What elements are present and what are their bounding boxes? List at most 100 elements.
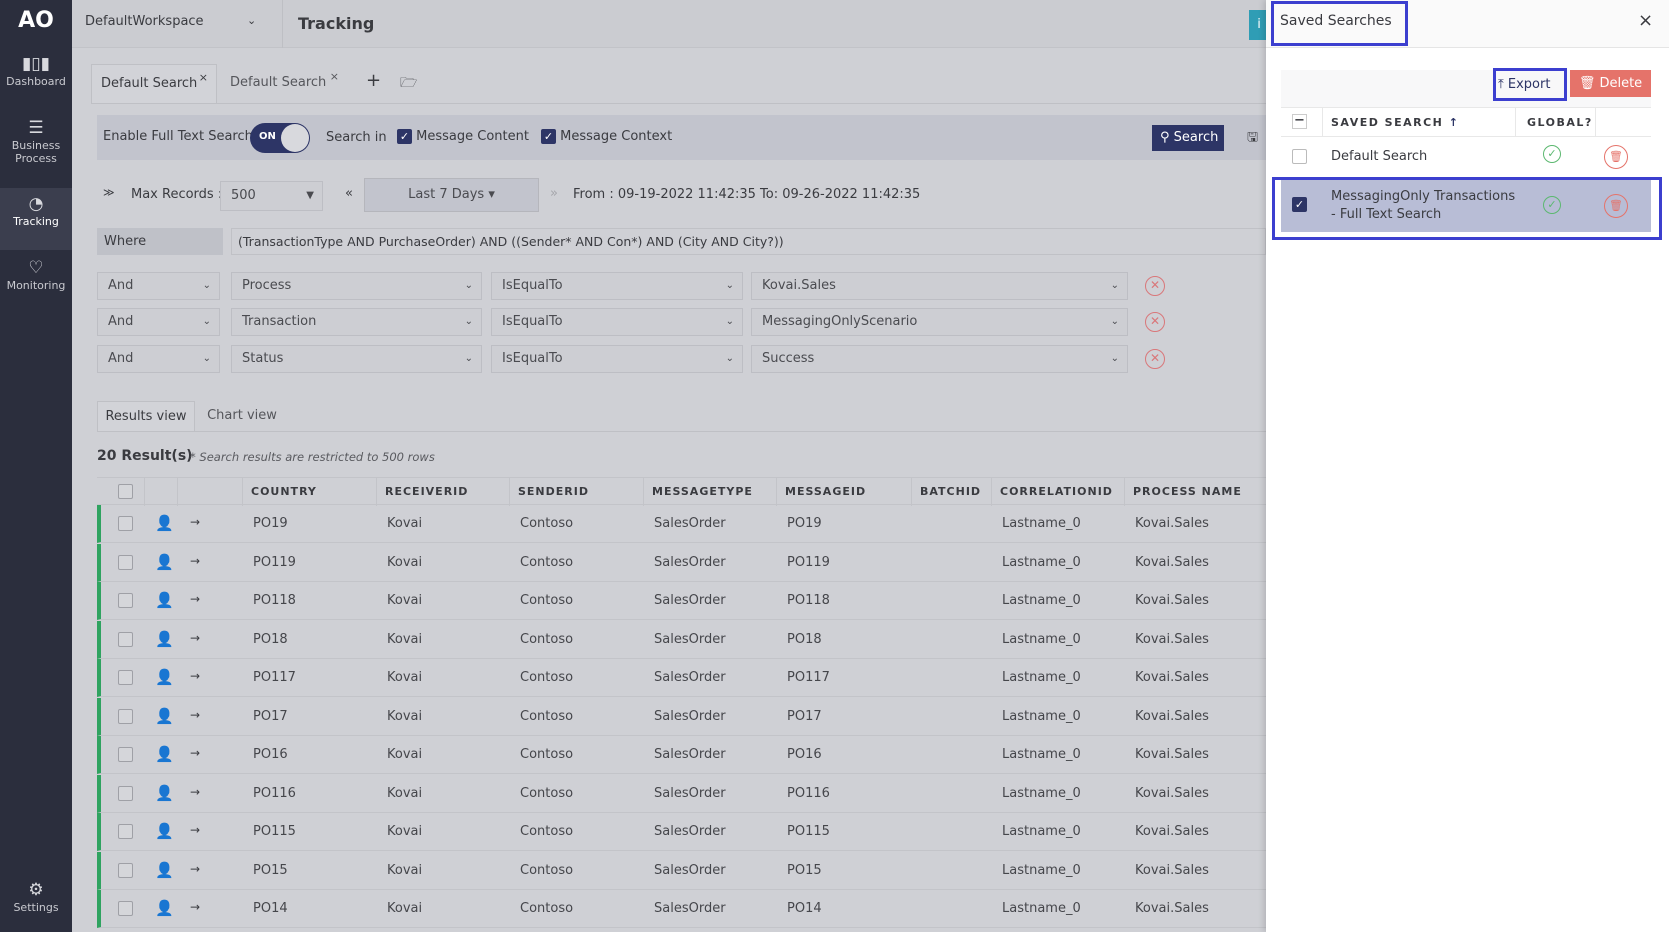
row-checkbox[interactable]	[118, 631, 133, 647]
row-checkbox[interactable]	[118, 593, 133, 608]
remove-filter-icon[interactable]: ✕	[1145, 276, 1165, 296]
tab-default-search-2[interactable]: Default Search ×	[221, 64, 347, 104]
results-count: 20 Result(s)	[97, 448, 193, 464]
table-row[interactable]: 👤 → PO17 Kovai Contoso SalesOrder PO17 Lastnam…	[97, 697, 1267, 736]
remove-filter-icon[interactable]: ✕	[1145, 349, 1165, 369]
filter-conj-select[interactable]: And ⌄	[97, 308, 220, 336]
table-row[interactable]: 👤 → PO19 Kovai Contoso SalesOrder PO19 Lastnam…	[97, 505, 1267, 543]
table-row[interactable]: 👤 → PO18 Kovai Contoso SalesOrder PO18 Lastnam…	[97, 620, 1267, 659]
saved-search-row[interactable]: Default Search ✓ 🗑	[1281, 137, 1651, 177]
delete-row-icon[interactable]: 🗑	[1604, 145, 1628, 169]
max-records-select[interactable]: 500 ▼	[220, 181, 323, 211]
close-icon[interactable]: ×	[1638, 10, 1653, 31]
filter-field-select[interactable]: Process ⌄	[231, 272, 482, 300]
filter-conj-select[interactable]: And ⌄	[97, 345, 220, 373]
full-text-toggle[interactable]: ON	[250, 123, 310, 153]
row-checkbox[interactable]	[118, 516, 133, 531]
column-header[interactable]: SENDERID	[509, 478, 589, 506]
filter-op-select[interactable]: IsEqualTo ⌄	[491, 345, 743, 373]
row-checkbox[interactable]	[118, 862, 133, 878]
filter-field-select[interactable]: Transaction ⌄	[231, 308, 482, 336]
delete-button[interactable]: 🗑 Delete	[1570, 70, 1651, 97]
folder-open-icon[interactable]: 🗁	[400, 72, 417, 96]
row-checkbox[interactable]	[118, 747, 133, 762]
period-dropdown[interactable]: Last 7 Days ▾	[364, 178, 539, 212]
arrow-right-icon[interactable]: →	[190, 631, 200, 645]
column-header[interactable]: PROCESS NAME	[1124, 478, 1242, 506]
add-tab-icon[interactable]: +	[366, 70, 381, 91]
filter-conj-select[interactable]: And ⌄	[97, 272, 220, 300]
previous-period-icon[interactable]: «	[345, 186, 353, 201]
filter-op-select[interactable]: IsEqualTo ⌄	[491, 272, 743, 300]
table-row[interactable]: 👤 → PO16 Kovai Contoso SalesOrder PO16 Lastnam…	[97, 736, 1267, 774]
arrow-right-icon[interactable]: →	[190, 823, 200, 837]
remove-filter-icon[interactable]: ✕	[1145, 312, 1165, 332]
column-header[interactable]: CORRELATIONID	[991, 478, 1113, 506]
row-checkbox[interactable]	[118, 901, 133, 916]
table-cell: PO15	[253, 862, 288, 878]
filter-value-select[interactable]: MessagingOnlyScenario ⌄	[751, 308, 1128, 336]
row-checkbox[interactable]	[1292, 149, 1307, 164]
filter-value-select[interactable]: Success ⌄	[751, 345, 1128, 373]
tab-chart-view[interactable]: Chart view	[202, 401, 282, 432]
table-row[interactable]: 👤 → PO116 Kovai Contoso SalesOrder PO116 Lastn…	[97, 774, 1267, 813]
sidebar-item-business-process[interactable]: ☰ Business Process	[0, 120, 72, 182]
close-icon[interactable]: ×	[199, 59, 208, 97]
sidebar-item-monitoring[interactable]: ♡ Monitoring	[0, 258, 72, 312]
column-header[interactable]: MESSAGEID	[776, 478, 866, 506]
table-row[interactable]: 👤 → PO15 Kovai Contoso SalesOrder PO15 Lastnam…	[97, 851, 1267, 890]
table-row[interactable]: 👤 → PO14 Kovai Contoso SalesOrder PO14 Lastnam…	[97, 890, 1267, 928]
column-header[interactable]: MESSAGETYPE	[643, 478, 753, 506]
message-context-checkbox[interactable]: ✓ Message Context	[541, 129, 672, 144]
row-checkbox[interactable]	[118, 670, 133, 685]
arrow-right-icon[interactable]: →	[190, 900, 200, 914]
next-period-icon[interactable]: »	[550, 186, 558, 201]
table-cell: Contoso	[520, 785, 574, 801]
table-cell: Kovai	[387, 631, 423, 647]
where-expression[interactable]: (TransactionType AND PurchaseOrder) AND …	[231, 228, 1266, 255]
table-cell: Kovai.Sales	[1135, 631, 1209, 647]
row-checkbox[interactable]	[118, 554, 133, 570]
arrow-right-icon[interactable]: →	[190, 554, 200, 568]
table-row[interactable]: 👤 → PO117 Kovai Contoso SalesOrder PO117 Lastn…	[97, 659, 1267, 697]
column-saved-search[interactable]: SAVED SEARCH ↑	[1331, 116, 1459, 129]
filter-op-select[interactable]: IsEqualTo ⌄	[491, 308, 743, 336]
row-checkbox[interactable]	[118, 785, 133, 801]
table-cell: PO119	[253, 554, 296, 570]
export-button[interactable]: ⤒ Export	[1498, 73, 1550, 97]
workspace-selector[interactable]: DefaultWorkspace ⌄	[85, 14, 256, 29]
tab-results-view[interactable]: Results view	[97, 401, 195, 432]
table-row[interactable]: 👤 → PO118 Kovai Contoso SalesOrder PO118 Lastn…	[97, 582, 1267, 620]
arrow-right-icon[interactable]: →	[190, 515, 200, 529]
search-button[interactable]: ⚲ Search	[1152, 125, 1224, 151]
tab-default-search-1[interactable]: Default Search ×	[91, 64, 217, 104]
message-content-checkbox[interactable]: ✓ Message Content	[397, 129, 529, 144]
arrow-right-icon[interactable]: →	[190, 785, 200, 799]
close-icon[interactable]: ×	[330, 58, 339, 96]
sidebar-item-tracking[interactable]: ◔ Tracking	[0, 188, 72, 250]
table-row[interactable]: 👤 → PO115 Kovai Contoso SalesOrder PO115 Lastn…	[97, 813, 1267, 851]
table-row[interactable]: 👤 → PO119 Kovai Contoso SalesOrder PO119 Lastn…	[97, 543, 1267, 582]
arrow-right-icon[interactable]: →	[190, 592, 200, 606]
sidebar-item-settings[interactable]: ⚙ Settings	[0, 882, 72, 924]
filter-field-select[interactable]: Status ⌄	[231, 345, 482, 373]
select-all-checkbox[interactable]	[118, 484, 133, 499]
table-cell: PO117	[787, 670, 830, 685]
heart-pulse-icon: ♡	[28, 258, 44, 278]
table-cell: SalesOrder	[654, 862, 726, 878]
table-cell: Lastname_0	[1002, 708, 1081, 724]
filter-value-select[interactable]: Kovai.Sales ⌄	[751, 272, 1128, 300]
arrow-right-icon[interactable]: →	[190, 669, 200, 683]
sidebar-item-dashboard[interactable]: ▮▯▮ Dashboard	[0, 56, 72, 108]
select-all-saved-checkbox[interactable]: −	[1292, 114, 1307, 129]
save-icon[interactable]: 🖫	[1247, 128, 1258, 150]
arrow-right-icon[interactable]: →	[190, 708, 200, 722]
column-header[interactable]: RECEIVERID	[376, 478, 468, 506]
arrow-right-icon[interactable]: →	[190, 746, 200, 760]
collapse-icon[interactable]: ≫	[103, 186, 115, 199]
column-header[interactable]: COUNTRY	[242, 478, 317, 506]
column-header[interactable]: BATCHID	[911, 478, 981, 506]
row-checkbox[interactable]	[118, 824, 133, 839]
arrow-right-icon[interactable]: →	[190, 862, 200, 876]
row-checkbox[interactable]	[118, 708, 133, 724]
